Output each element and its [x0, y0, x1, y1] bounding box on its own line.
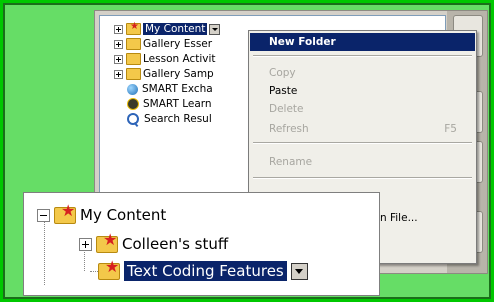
search-icon	[127, 113, 139, 125]
tree-item-lesson-activities[interactable]: Lesson Activit	[114, 52, 216, 67]
badge-icon	[127, 98, 139, 110]
menu-item-rename[interactable]: Rename	[250, 153, 475, 171]
tree-item-label: My Content	[143, 23, 208, 35]
zoom-inset: My Content Colleen's stuff Text Coding F…	[23, 192, 380, 296]
menu-item-copy[interactable]: Copy	[250, 64, 475, 82]
tree-item-gallery-essentials[interactable]: Gallery Esser	[114, 37, 212, 52]
collapse-icon[interactable]	[37, 209, 50, 222]
expand-icon[interactable]	[114, 24, 123, 34]
tree-item-gallery-samples[interactable]: Gallery Samp	[114, 67, 214, 82]
tree-item-my-content[interactable]: My Content	[114, 19, 221, 37]
menu-separator	[253, 177, 472, 179]
tree-item-smart-exchange[interactable]: SMART Excha	[126, 82, 213, 97]
star-folder-icon	[54, 199, 76, 224]
expand-icon[interactable]	[114, 69, 123, 79]
zoom-item-text-coding-features[interactable]: Text Coding Features	[98, 255, 308, 283]
tree-item-label: Lesson Activit	[143, 53, 216, 65]
tree-item-label: SMART Excha	[142, 83, 213, 95]
expand-icon[interactable]	[114, 39, 123, 49]
item-dropdown-button[interactable]	[290, 263, 308, 280]
item-dropdown-button[interactable]	[209, 23, 221, 35]
expand-icon[interactable]	[114, 54, 123, 64]
zoom-item-label: Colleen's stuff	[122, 235, 229, 253]
menu-item-label: Refresh	[269, 123, 309, 135]
folder-icon	[126, 68, 141, 80]
menu-item-delete[interactable]: Delete	[250, 100, 475, 118]
zoom-item-colleens-stuff[interactable]: Colleen's stuff	[79, 228, 229, 256]
tree-item-label: Gallery Samp	[143, 68, 214, 80]
star-folder-icon	[98, 255, 120, 280]
green-frame: My Content Gallery Esser Lesson Activit …	[0, 0, 494, 302]
tree-item-label: SMART Learn	[143, 98, 212, 110]
menu-shortcut: F5	[444, 123, 457, 135]
menu-separator	[253, 55, 472, 57]
globe-icon	[127, 83, 138, 95]
menu-item-refresh[interactable]: Refresh F5	[250, 120, 475, 138]
tree-line	[44, 219, 45, 285]
star-folder-icon	[96, 228, 118, 253]
tree-item-search-results[interactable]: Search Resul	[126, 112, 212, 127]
tree-item-smart-learning[interactable]: SMART Learn	[126, 97, 212, 112]
zoom-item-label: My Content	[80, 206, 167, 224]
zoom-item-label: Text Coding Features	[124, 261, 287, 281]
tree-item-label: Search Resul	[144, 113, 212, 125]
zoom-item-my-content[interactable]: My Content	[37, 199, 167, 227]
star-folder-icon	[126, 19, 141, 35]
expand-icon[interactable]	[79, 238, 92, 251]
menu-item-partial[interactable]: n File...	[380, 212, 418, 224]
menu-item-paste[interactable]: Paste	[250, 82, 475, 100]
menu-separator	[253, 142, 472, 144]
folder-icon	[126, 53, 141, 65]
menu-item-new-folder[interactable]: New Folder	[250, 33, 475, 51]
folder-icon	[126, 38, 141, 50]
tree-item-label: Gallery Esser	[143, 38, 213, 50]
